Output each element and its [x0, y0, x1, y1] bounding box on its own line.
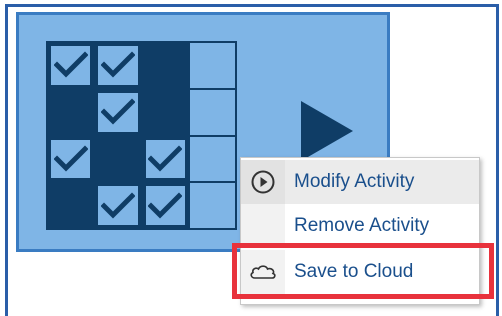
check-icon — [53, 145, 88, 172]
empty-cell — [95, 136, 141, 182]
menu-item-remove-activity[interactable]: Remove Activity — [241, 204, 479, 248]
checkbox-grid-graphic — [46, 41, 237, 230]
play-icon[interactable] — [301, 101, 353, 161]
menu-item-label: Remove Activity — [294, 215, 430, 236]
menu-item-save-to-cloud[interactable]: Save to Cloud — [241, 250, 479, 294]
context-menu: Modify Activity Remove Activity Save to … — [240, 157, 480, 305]
checked-cell — [48, 43, 94, 88]
checked-cell — [48, 136, 94, 182]
checked-cell — [142, 136, 188, 182]
empty-cell — [189, 183, 235, 228]
play-circle-icon — [251, 170, 275, 194]
menu-item-label: Modify Activity — [294, 171, 415, 192]
empty-cell — [142, 89, 188, 135]
check-icon — [53, 51, 88, 78]
checked-cell — [95, 43, 141, 88]
cloud-icon — [250, 265, 276, 279]
check-icon — [100, 192, 135, 219]
menu-icon-slot — [241, 204, 285, 248]
menu-item-modify-activity[interactable]: Modify Activity — [241, 160, 479, 204]
check-icon — [148, 192, 183, 219]
empty-cell — [142, 43, 188, 88]
empty-cell — [189, 43, 235, 88]
empty-cell — [189, 136, 235, 182]
checked-cell — [142, 183, 188, 228]
check-icon — [100, 98, 135, 125]
checked-cell — [95, 89, 141, 135]
empty-cell — [189, 89, 235, 135]
menu-icon-slot — [241, 250, 285, 294]
empty-cell — [48, 89, 94, 135]
checked-cell — [95, 183, 141, 228]
check-icon — [148, 145, 183, 172]
check-icon — [100, 51, 135, 78]
menu-icon-slot — [241, 160, 285, 204]
empty-cell — [48, 183, 94, 228]
menu-item-label: Save to Cloud — [294, 261, 414, 282]
